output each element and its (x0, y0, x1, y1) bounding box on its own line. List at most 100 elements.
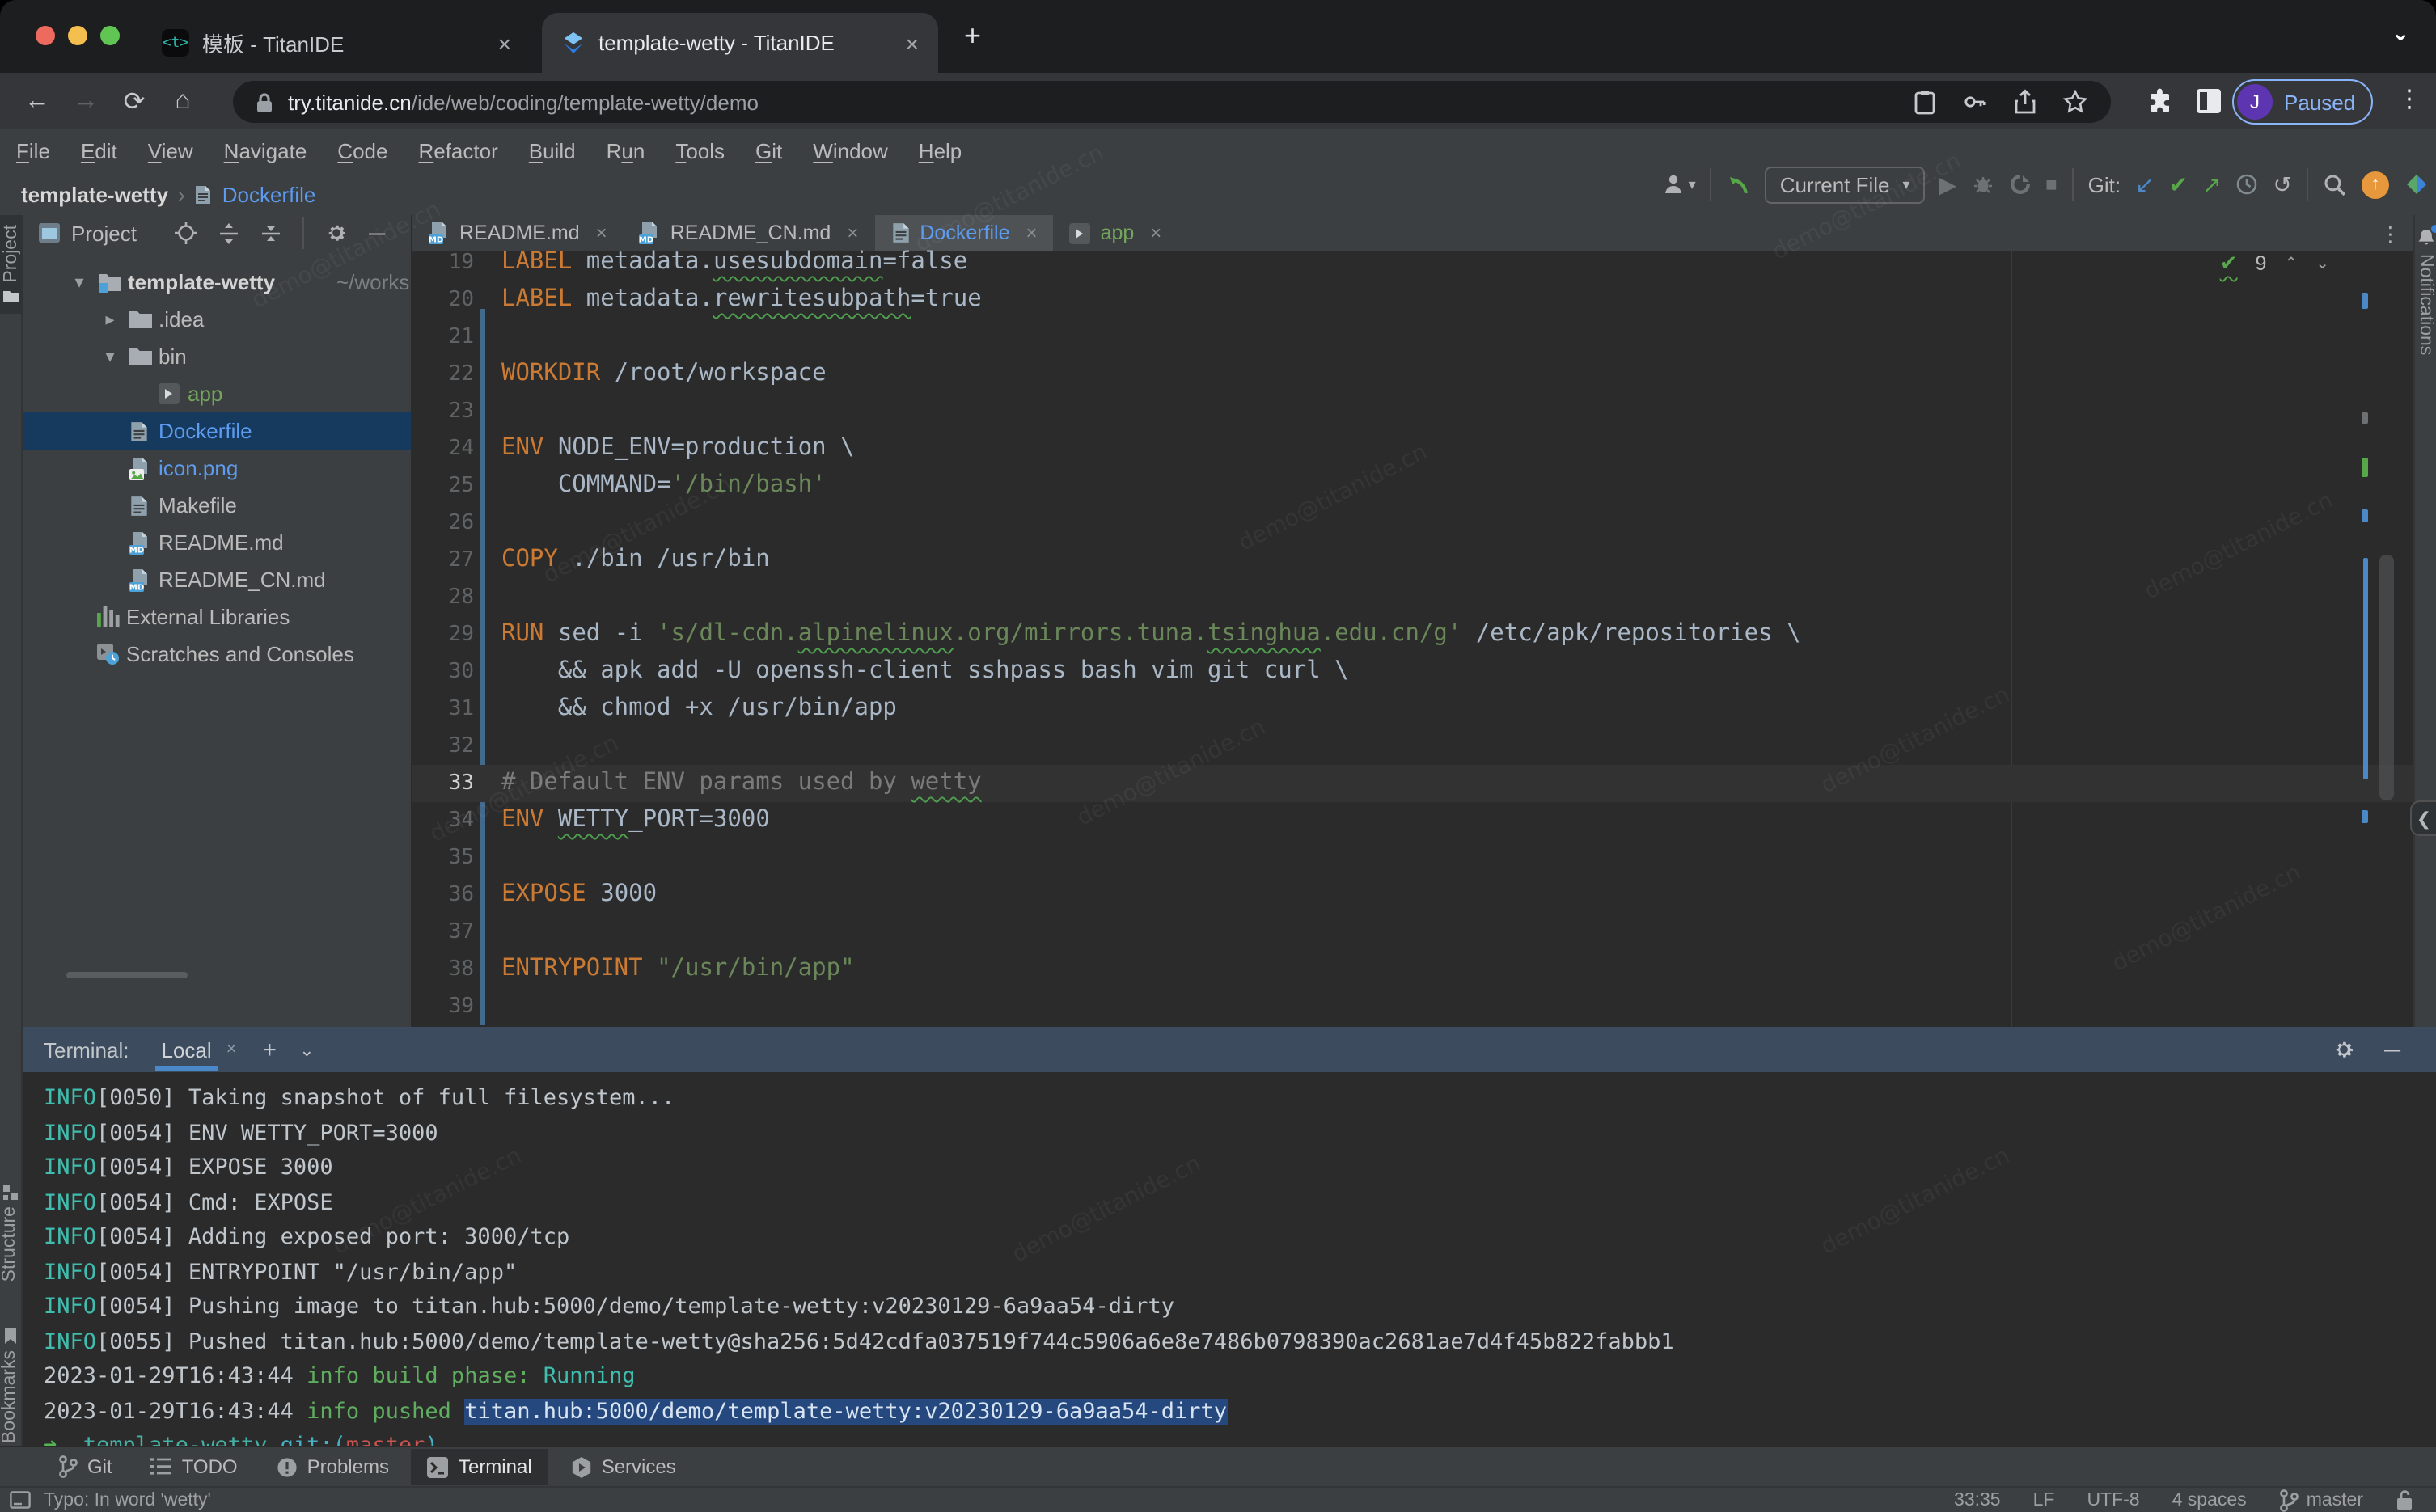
terminal-tab-local[interactable]: Local (159, 1029, 215, 1070)
breadcrumb-file[interactable]: Dockerfile (222, 182, 316, 206)
key-icon[interactable] (1962, 89, 1988, 115)
status-utf-8[interactable]: UTF-8 (2087, 1490, 2139, 1510)
address-bar[interactable]: try.titanide.cn/ide/web/coding/template-… (233, 81, 2111, 123)
tree-item-readme-md[interactable]: MDREADME.md (23, 524, 412, 561)
menu-view[interactable]: View (148, 139, 193, 163)
tab-search-icon[interactable]: ⌄ (2392, 19, 2410, 47)
tree-item-scratches-and-consoles[interactable]: Scratches and Consoles (23, 636, 412, 673)
close-tab-icon[interactable]: × (906, 30, 919, 56)
menu-refactor[interactable]: Refactor (418, 139, 497, 163)
stop-icon[interactable]: ■ (2045, 175, 2057, 194)
new-tab-button[interactable]: + (964, 19, 981, 53)
close-tab-icon[interactable]: × (498, 30, 511, 56)
collapse-all-icon[interactable] (260, 222, 281, 243)
editor-scrollbar[interactable] (2379, 555, 2394, 800)
back-icon[interactable]: ← (13, 87, 61, 116)
git-update-icon[interactable]: ↙ (2135, 173, 2154, 196)
menu-window[interactable]: Window (813, 139, 888, 163)
prev-problem-icon[interactable]: ⌃ (2284, 255, 2298, 272)
collapse-panel-button[interactable]: ❮ (2410, 800, 2436, 836)
terminal-output[interactable]: INFO[0050] Taking snapshot of full files… (44, 1082, 1674, 1464)
build-icon[interactable] (1727, 172, 1751, 196)
menu-file[interactable]: File (16, 139, 50, 163)
debug-icon[interactable] (1971, 173, 1994, 196)
lock-icon[interactable] (256, 91, 273, 112)
close-tab-icon[interactable]: × (1150, 222, 1161, 244)
close-tab-icon[interactable]: × (847, 222, 858, 244)
forward-icon[interactable]: → (61, 87, 110, 116)
tool-stripe-notifications[interactable]: Notifications (2415, 215, 2436, 355)
profile-paused-badge[interactable]: J Paused (2232, 79, 2373, 125)
bookmark-star-icon[interactable] (2062, 89, 2088, 115)
status-unlock[interactable] (2396, 1489, 2413, 1510)
expand-all-icon[interactable] (218, 222, 239, 243)
settings-gear-icon[interactable] (325, 222, 348, 244)
inspections-widget[interactable]: ✔ 9 ⌃ ⌄ (2220, 251, 2329, 277)
minimize-window-button[interactable] (68, 26, 87, 45)
project-panel-title[interactable]: Project (71, 221, 137, 245)
locate-file-icon[interactable] (175, 222, 197, 244)
menu-navigate[interactable]: Navigate (224, 139, 307, 163)
code-area[interactable]: 19LABEL metadata.usesubdomain=false20LAB… (412, 251, 2413, 1027)
menu-build[interactable]: Build (529, 139, 576, 163)
status-lf[interactable]: LF (2033, 1490, 2055, 1510)
run-config-select[interactable]: Current File▾ (1766, 166, 1925, 203)
tree-item-external-libraries[interactable]: External Libraries (23, 598, 412, 636)
toolwindow-todo[interactable]: TODO (135, 1449, 254, 1485)
tree-item--idea[interactable]: ▸.idea (23, 301, 412, 338)
close-tab-icon[interactable]: × (596, 222, 607, 244)
extensions-puzzle-icon[interactable] (2146, 87, 2174, 115)
horizontal-scrollbar[interactable] (66, 972, 188, 978)
clipboard-icon[interactable] (1914, 89, 1936, 115)
refresh-icon[interactable]: ⟳ (110, 85, 159, 117)
status-4-spaces[interactable]: 4 spaces (2172, 1490, 2247, 1510)
search-everywhere-icon[interactable] (2323, 172, 2347, 196)
browser-tab-2[interactable]: template-wetty - TitanIDE × (542, 13, 938, 73)
close-terminal-tab-icon[interactable]: × (226, 1040, 237, 1059)
tree-item-template-wetty[interactable]: ▾template-wetty~/workspace (23, 264, 412, 301)
close-window-button[interactable] (36, 26, 55, 45)
new-terminal-icon[interactable]: + (263, 1036, 277, 1063)
toolwindow-git[interactable]: Git (42, 1449, 129, 1485)
chevron-down-icon[interactable]: ▾ (100, 346, 120, 367)
tool-stripe-project[interactable]: Project (0, 215, 23, 314)
chevron-down-icon[interactable]: ▾ (70, 272, 89, 293)
tree-item-dockerfile[interactable]: Dockerfile (23, 412, 412, 450)
side-panel-icon[interactable] (2195, 87, 2222, 115)
menu-help[interactable]: Help (919, 139, 962, 163)
breadcrumb-project[interactable]: template-wetty (21, 182, 168, 206)
maximize-window-button[interactable] (100, 26, 120, 45)
run-coverage-icon[interactable] (2008, 173, 2031, 196)
menu-git[interactable]: Git (755, 139, 782, 163)
browser-tab-1[interactable]: <t> 模板 - TitanIDE × (142, 13, 531, 73)
undo-icon[interactable]: ↺ (2273, 173, 2292, 196)
run-icon[interactable]: ▶ (1939, 173, 1957, 196)
user-access-icon[interactable]: ▾ (1663, 173, 1696, 196)
status-master[interactable]: master (2279, 1489, 2363, 1511)
tool-stripe-bookmarks[interactable]: Bookmarks (0, 1328, 19, 1443)
tree-item-makefile[interactable]: Makefile (23, 487, 412, 524)
tree-item-icon-png[interactable]: icon.png (23, 450, 412, 487)
tree-item-bin[interactable]: ▾bin (23, 338, 412, 375)
status-message[interactable]: Typo: In word 'wetty' (44, 1490, 211, 1510)
toolwindow-terminal[interactable]: Terminal (412, 1449, 548, 1485)
hide-panel-icon[interactable]: ─ (369, 220, 385, 246)
share-icon[interactable] (2014, 89, 2036, 115)
update-available-icon[interactable]: ↑ (2362, 171, 2389, 198)
terminal-dropdown-icon[interactable]: ⌄ (299, 1039, 314, 1060)
hide-terminal-icon[interactable]: ─ (2384, 1037, 2400, 1062)
toolwindow-services[interactable]: Services (555, 1449, 692, 1485)
menu-run[interactable]: Run (607, 139, 645, 163)
terminal-settings-gear-icon[interactable] (2332, 1038, 2355, 1061)
menu-edit[interactable]: Edit (81, 139, 117, 163)
browser-menu-icon[interactable]: ⋮ (2397, 84, 2421, 113)
next-problem-icon[interactable]: ⌄ (2315, 255, 2329, 272)
tree-item-readme-cn-md[interactable]: MDREADME_CN.md (23, 561, 412, 598)
status-window-icon[interactable] (10, 1491, 31, 1509)
history-clock-icon[interactable] (2236, 173, 2259, 196)
git-commit-icon[interactable]: ✔ (2169, 173, 2188, 196)
tree-item-app[interactable]: app (23, 375, 412, 412)
status-33-35[interactable]: 33:35 (1954, 1490, 2001, 1510)
close-tab-icon[interactable]: × (1026, 222, 1038, 244)
tool-stripe-structure[interactable]: Structure (0, 1185, 19, 1282)
